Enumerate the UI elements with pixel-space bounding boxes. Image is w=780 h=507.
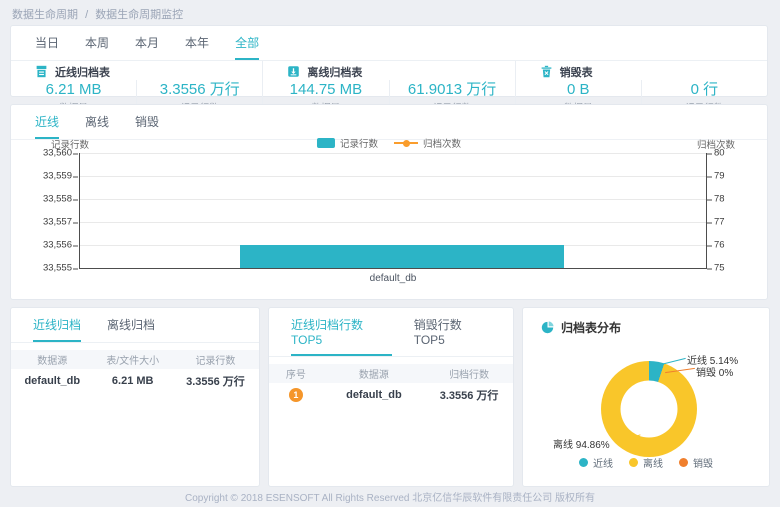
y-axis-tick-left: 33,559: [14, 171, 72, 182]
metric-value: 0 行: [642, 80, 767, 99]
gridline: [80, 153, 706, 154]
nearline-archive-icon: [35, 65, 48, 78]
legend-dot: [629, 458, 638, 467]
legend-item-rows[interactable]: 记录行数: [317, 136, 378, 150]
x-axis-category-label: default_db: [80, 273, 706, 284]
legend-dot: [679, 458, 688, 467]
line-legend-swatch: [394, 142, 418, 144]
destroy-table-icon: [540, 65, 553, 78]
top5-table-panel: 近线归档行数TOP5 销毁行数TOP5 序号 数据源 归档行数 1 defaul…: [268, 307, 514, 487]
gridline: [80, 199, 706, 200]
top5-table: 序号 数据源 归档行数 1 default_db 3.3556 万行: [269, 364, 513, 406]
y-axis-tick-right: 75: [714, 263, 744, 274]
y-axis-tick-right: 77: [714, 217, 744, 228]
datasource-cell: default_db: [323, 383, 425, 406]
datasource-cell: default_db: [11, 369, 94, 392]
metric-value: 61.9013 万行: [390, 80, 515, 99]
tab-this-month[interactable]: 本月: [135, 34, 159, 60]
gridline: [80, 176, 706, 177]
metric-value: 6.21 MB: [11, 80, 136, 99]
y-axis-tick-left: 33,556: [14, 240, 72, 251]
copyright-footer: Copyright © 2018 ESENSOFT All Rights Res…: [0, 489, 780, 504]
y-axis-tick-left: 33,558: [14, 194, 72, 205]
top5-table-tabs: 近线归档行数TOP5 销毁行数TOP5: [269, 308, 513, 357]
tab-nearline-top5[interactable]: 近线归档行数TOP5: [291, 316, 392, 356]
column-header: 数据源: [323, 364, 425, 383]
metric-value: 0 B: [516, 80, 641, 99]
time-range-tabs: 当日 本周 本月 本年 全部: [11, 26, 767, 61]
breadcrumb-section[interactable]: 数据生命周期: [12, 9, 78, 21]
tab-nearline[interactable]: 近线: [35, 113, 59, 139]
pie-legend-item-destroy[interactable]: 销毁: [679, 455, 713, 470]
record-rows-bar[interactable]: [240, 245, 564, 268]
y-axis-tick-right: 76: [714, 240, 744, 251]
summary-panel: 当日 本周 本月 本年 全部 近线归档表 6.21 MB 数据量: [10, 25, 768, 97]
pie-legend: 近线 离线 销毁: [523, 455, 769, 470]
y-axis-tick-left: 33,557: [14, 217, 72, 228]
pie-chart-icon: [541, 321, 554, 334]
nearline-archive-table-panel: 近线归档 离线归档 数据源 表/文件大小 记录行数 default_db 6.2…: [10, 307, 260, 487]
archived-rows-cell: 3.3556 万行: [425, 383, 513, 406]
stat-card-title: 销毁表: [560, 64, 593, 80]
y-axis-tick-left: 33,555: [14, 263, 72, 274]
legend-label: 离线: [643, 455, 663, 470]
archive-chart-panel: 近线 离线 销毁 记录行数 记录行数 归档次数 归档次数 33,560 33,5…: [10, 104, 768, 300]
archive-chart-tabs: 近线 离线 销毁: [11, 105, 767, 140]
legend-dot: [579, 458, 588, 467]
gridline: [80, 222, 706, 223]
stat-card-title: 离线归档表: [307, 64, 362, 80]
column-header: 数据源: [11, 350, 94, 369]
tab-destroy[interactable]: 销毁: [135, 113, 159, 139]
table-row[interactable]: 1 default_db 3.3556 万行: [269, 383, 513, 406]
pie-legend-item-offline[interactable]: 离线: [629, 455, 663, 470]
column-header: 表/文件大小: [94, 350, 172, 369]
archive-distribution-panel: 归档表分布 近线 5.14% 销毁 0% 离线 94.86% 近线 离线 销毁: [522, 307, 770, 487]
metric-value: 144.75 MB: [263, 80, 388, 99]
nearline-table-tabs: 近线归档 离线归档: [11, 308, 259, 343]
pie-legend-item-nearline[interactable]: 近线: [579, 455, 613, 470]
tab-today[interactable]: 当日: [35, 34, 59, 60]
bar-legend-swatch: [317, 138, 335, 148]
size-cell: 6.21 MB: [94, 369, 172, 392]
tab-this-week[interactable]: 本周: [85, 34, 109, 60]
stat-card-title: 近线归档表: [55, 64, 110, 80]
rank-badge: 1: [289, 388, 303, 402]
legend-label: 记录行数: [340, 136, 378, 150]
distribution-title: 归档表分布: [561, 319, 621, 336]
breadcrumb-separator: /: [85, 9, 88, 21]
tab-offline-archive[interactable]: 离线归档: [107, 316, 155, 342]
legend-label: 归档次数: [423, 136, 461, 150]
legend-label: 销毁: [693, 455, 713, 470]
nearline-archive-table: 数据源 表/文件大小 记录行数 default_db 6.21 MB 3.355…: [11, 350, 259, 392]
y-axis-tick-right: 78: [714, 194, 744, 205]
y-axis-tick-right: 80: [714, 148, 744, 159]
bar-chart-plot: 33,560 33,559 33,558 33,557 33,556 33,55…: [79, 153, 707, 269]
breadcrumb-page: 数据生命周期监控: [95, 9, 183, 21]
data-lifecycle-dashboard: 数据生命周期 / 数据生命周期监控 当日 本周 本月 本年 全部 近线归档表: [0, 0, 780, 507]
table-row[interactable]: default_db 6.21 MB 3.3556 万行: [11, 369, 259, 392]
tab-offline[interactable]: 离线: [85, 113, 109, 139]
tab-nearline-archive[interactable]: 近线归档: [33, 316, 81, 342]
column-header: 记录行数: [172, 350, 259, 369]
tab-all[interactable]: 全部: [235, 34, 259, 60]
y-axis-tick-left: 33,560: [14, 148, 72, 159]
chart-legend: 记录行数 归档次数: [317, 136, 461, 150]
column-header: 序号: [269, 364, 323, 383]
tab-this-year[interactable]: 本年: [185, 34, 209, 60]
metric-value: 3.3556 万行: [137, 80, 262, 99]
archive-distribution-donut[interactable]: [601, 361, 697, 457]
column-header: 归档行数: [425, 364, 513, 383]
rows-cell: 3.3556 万行: [172, 369, 259, 392]
tab-destroy-top5[interactable]: 销毁行数TOP5: [414, 316, 491, 356]
slice-label-destroy: 销毁 0%: [696, 364, 733, 379]
offline-archive-icon: [287, 65, 300, 78]
legend-item-archive-count[interactable]: 归档次数: [394, 136, 461, 150]
callout-leader-nearline: [660, 358, 685, 365]
y-axis-tick-right: 79: [714, 171, 744, 182]
legend-label: 近线: [593, 455, 613, 470]
breadcrumb: 数据生命周期 / 数据生命周期监控: [12, 6, 187, 22]
slice-label-offline: 离线 94.86%: [553, 436, 610, 451]
